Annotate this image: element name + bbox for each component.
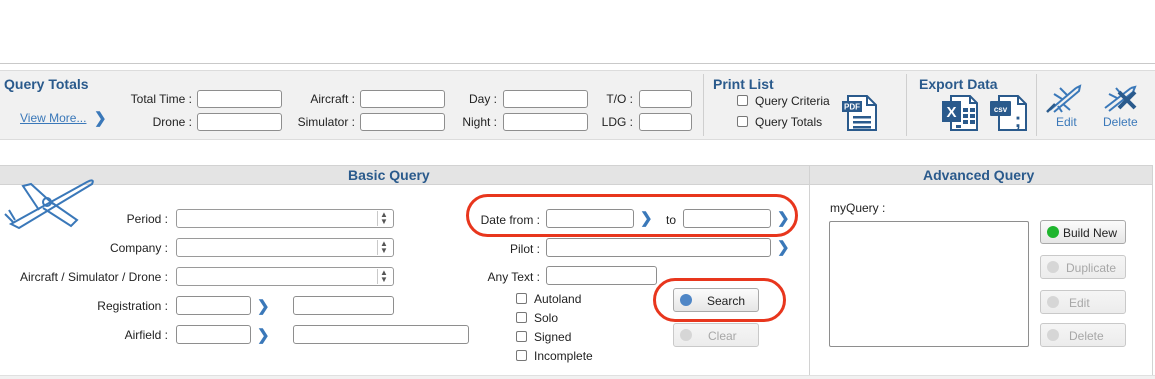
divider (1036, 74, 1037, 136)
clear-dot-icon (680, 329, 692, 341)
signed-label: Signed (534, 330, 572, 344)
aircraft-select[interactable]: ▲ ▼ (176, 267, 394, 286)
pilot-label: Pilot : (509, 242, 540, 256)
ldg-field[interactable] (639, 113, 692, 131)
csv-icon[interactable]: csv ; (989, 94, 1029, 132)
svg-text:csv: csv (994, 105, 1008, 114)
solo-checkbox[interactable] (516, 312, 527, 323)
autoland-label: Autoland (534, 292, 582, 306)
company-label: Company : (109, 241, 168, 255)
chevron-right-icon[interactable]: ❯ (777, 240, 790, 255)
my-query-list[interactable] (829, 221, 1029, 347)
incomplete-label: Incomplete (534, 349, 593, 363)
day-field[interactable] (503, 90, 588, 108)
edit-dot-icon (1047, 296, 1059, 308)
chevron-right-icon[interactable]: ❯ (257, 299, 270, 314)
section-divider (1152, 165, 1153, 379)
delete-query-button[interactable]: Delete (1040, 323, 1126, 347)
view-more-link[interactable]: View More... (20, 111, 86, 125)
delete-tool-label[interactable]: Delete (1103, 115, 1138, 129)
autoland-checkbox[interactable] (516, 293, 527, 304)
svg-text:;: ; (1015, 110, 1022, 132)
night-label: Night : (462, 115, 497, 129)
pilot-field[interactable] (546, 238, 771, 257)
advanced-query-title: Advanced Query (923, 167, 1035, 183)
my-query-label: myQuery : (830, 201, 886, 215)
registration-field[interactable] (176, 296, 251, 315)
any-text-field[interactable] (546, 266, 657, 285)
svg-text:X: X (946, 104, 956, 121)
delete-dot-icon (1047, 329, 1059, 341)
company-select[interactable]: ▲ ▼ (176, 238, 394, 257)
period-label: Period : (126, 212, 168, 226)
export-data-title: Export Data (919, 76, 998, 92)
chevron-right-icon[interactable]: ❯ (257, 328, 270, 343)
print-list-title: Print List (713, 76, 774, 92)
query-criteria-label: Query Criteria (755, 94, 830, 108)
highlight-ring (466, 194, 798, 237)
edit-flight-icon[interactable] (1046, 84, 1084, 114)
duplicate-dot-icon (1047, 261, 1059, 273)
aircraft-total-field[interactable] (360, 90, 445, 108)
simulator-field[interactable] (360, 113, 445, 131)
registration-detail-field[interactable] (293, 296, 394, 315)
query-totals-checkbox[interactable] (737, 116, 748, 127)
total-time-label: Total Time : (130, 92, 192, 106)
highlight-ring (653, 278, 786, 322)
airfield-field[interactable] (176, 325, 251, 344)
excel-icon[interactable]: X (941, 94, 979, 132)
query-totals-title: Query Totals (4, 76, 89, 92)
query-criteria-checkbox[interactable] (737, 95, 748, 106)
day-label: Day : (468, 92, 497, 106)
section-divider (809, 165, 810, 379)
svg-text:PDF: PDF (844, 103, 860, 112)
registration-label: Registration : (97, 299, 168, 313)
solo-label: Solo (534, 311, 559, 325)
toolbar-top-border (0, 63, 1155, 64)
divider (906, 74, 907, 136)
pdf-icon[interactable]: PDF (841, 94, 879, 132)
query-totals-label: Query Totals (755, 115, 823, 129)
to-field[interactable] (639, 90, 692, 108)
any-text-label: Any Text : (487, 270, 540, 284)
divider (703, 74, 704, 136)
delete-flight-icon[interactable] (1099, 84, 1139, 114)
aircraft-sim-drone-label: Aircraft / Simulator / Drone : (19, 270, 168, 284)
duplicate-button[interactable]: Duplicate (1040, 255, 1126, 279)
ldg-label: LDG : (601, 115, 633, 129)
period-select[interactable]: ▲ ▼ (176, 209, 394, 228)
airfield-detail-field[interactable] (293, 325, 469, 344)
bottom-border (0, 375, 1155, 379)
to-label: T/O : (606, 92, 633, 106)
build-new-button[interactable]: Build New (1040, 220, 1126, 244)
simulator-label: Simulator : (297, 115, 355, 129)
edit-tool-label[interactable]: Edit (1056, 115, 1077, 129)
edit-query-button[interactable]: Edit (1040, 290, 1126, 314)
night-field[interactable] (503, 113, 588, 131)
incomplete-checkbox[interactable] (516, 350, 527, 361)
aircraft-total-label: Aircraft : (310, 92, 355, 106)
airfield-label: Airfield : (124, 328, 168, 342)
basic-query-title: Basic Query (348, 167, 430, 183)
signed-checkbox[interactable] (516, 331, 527, 342)
build-new-dot-icon (1047, 226, 1059, 238)
clear-button[interactable]: Clear (673, 323, 759, 347)
drone-label: Drone : (152, 115, 192, 129)
